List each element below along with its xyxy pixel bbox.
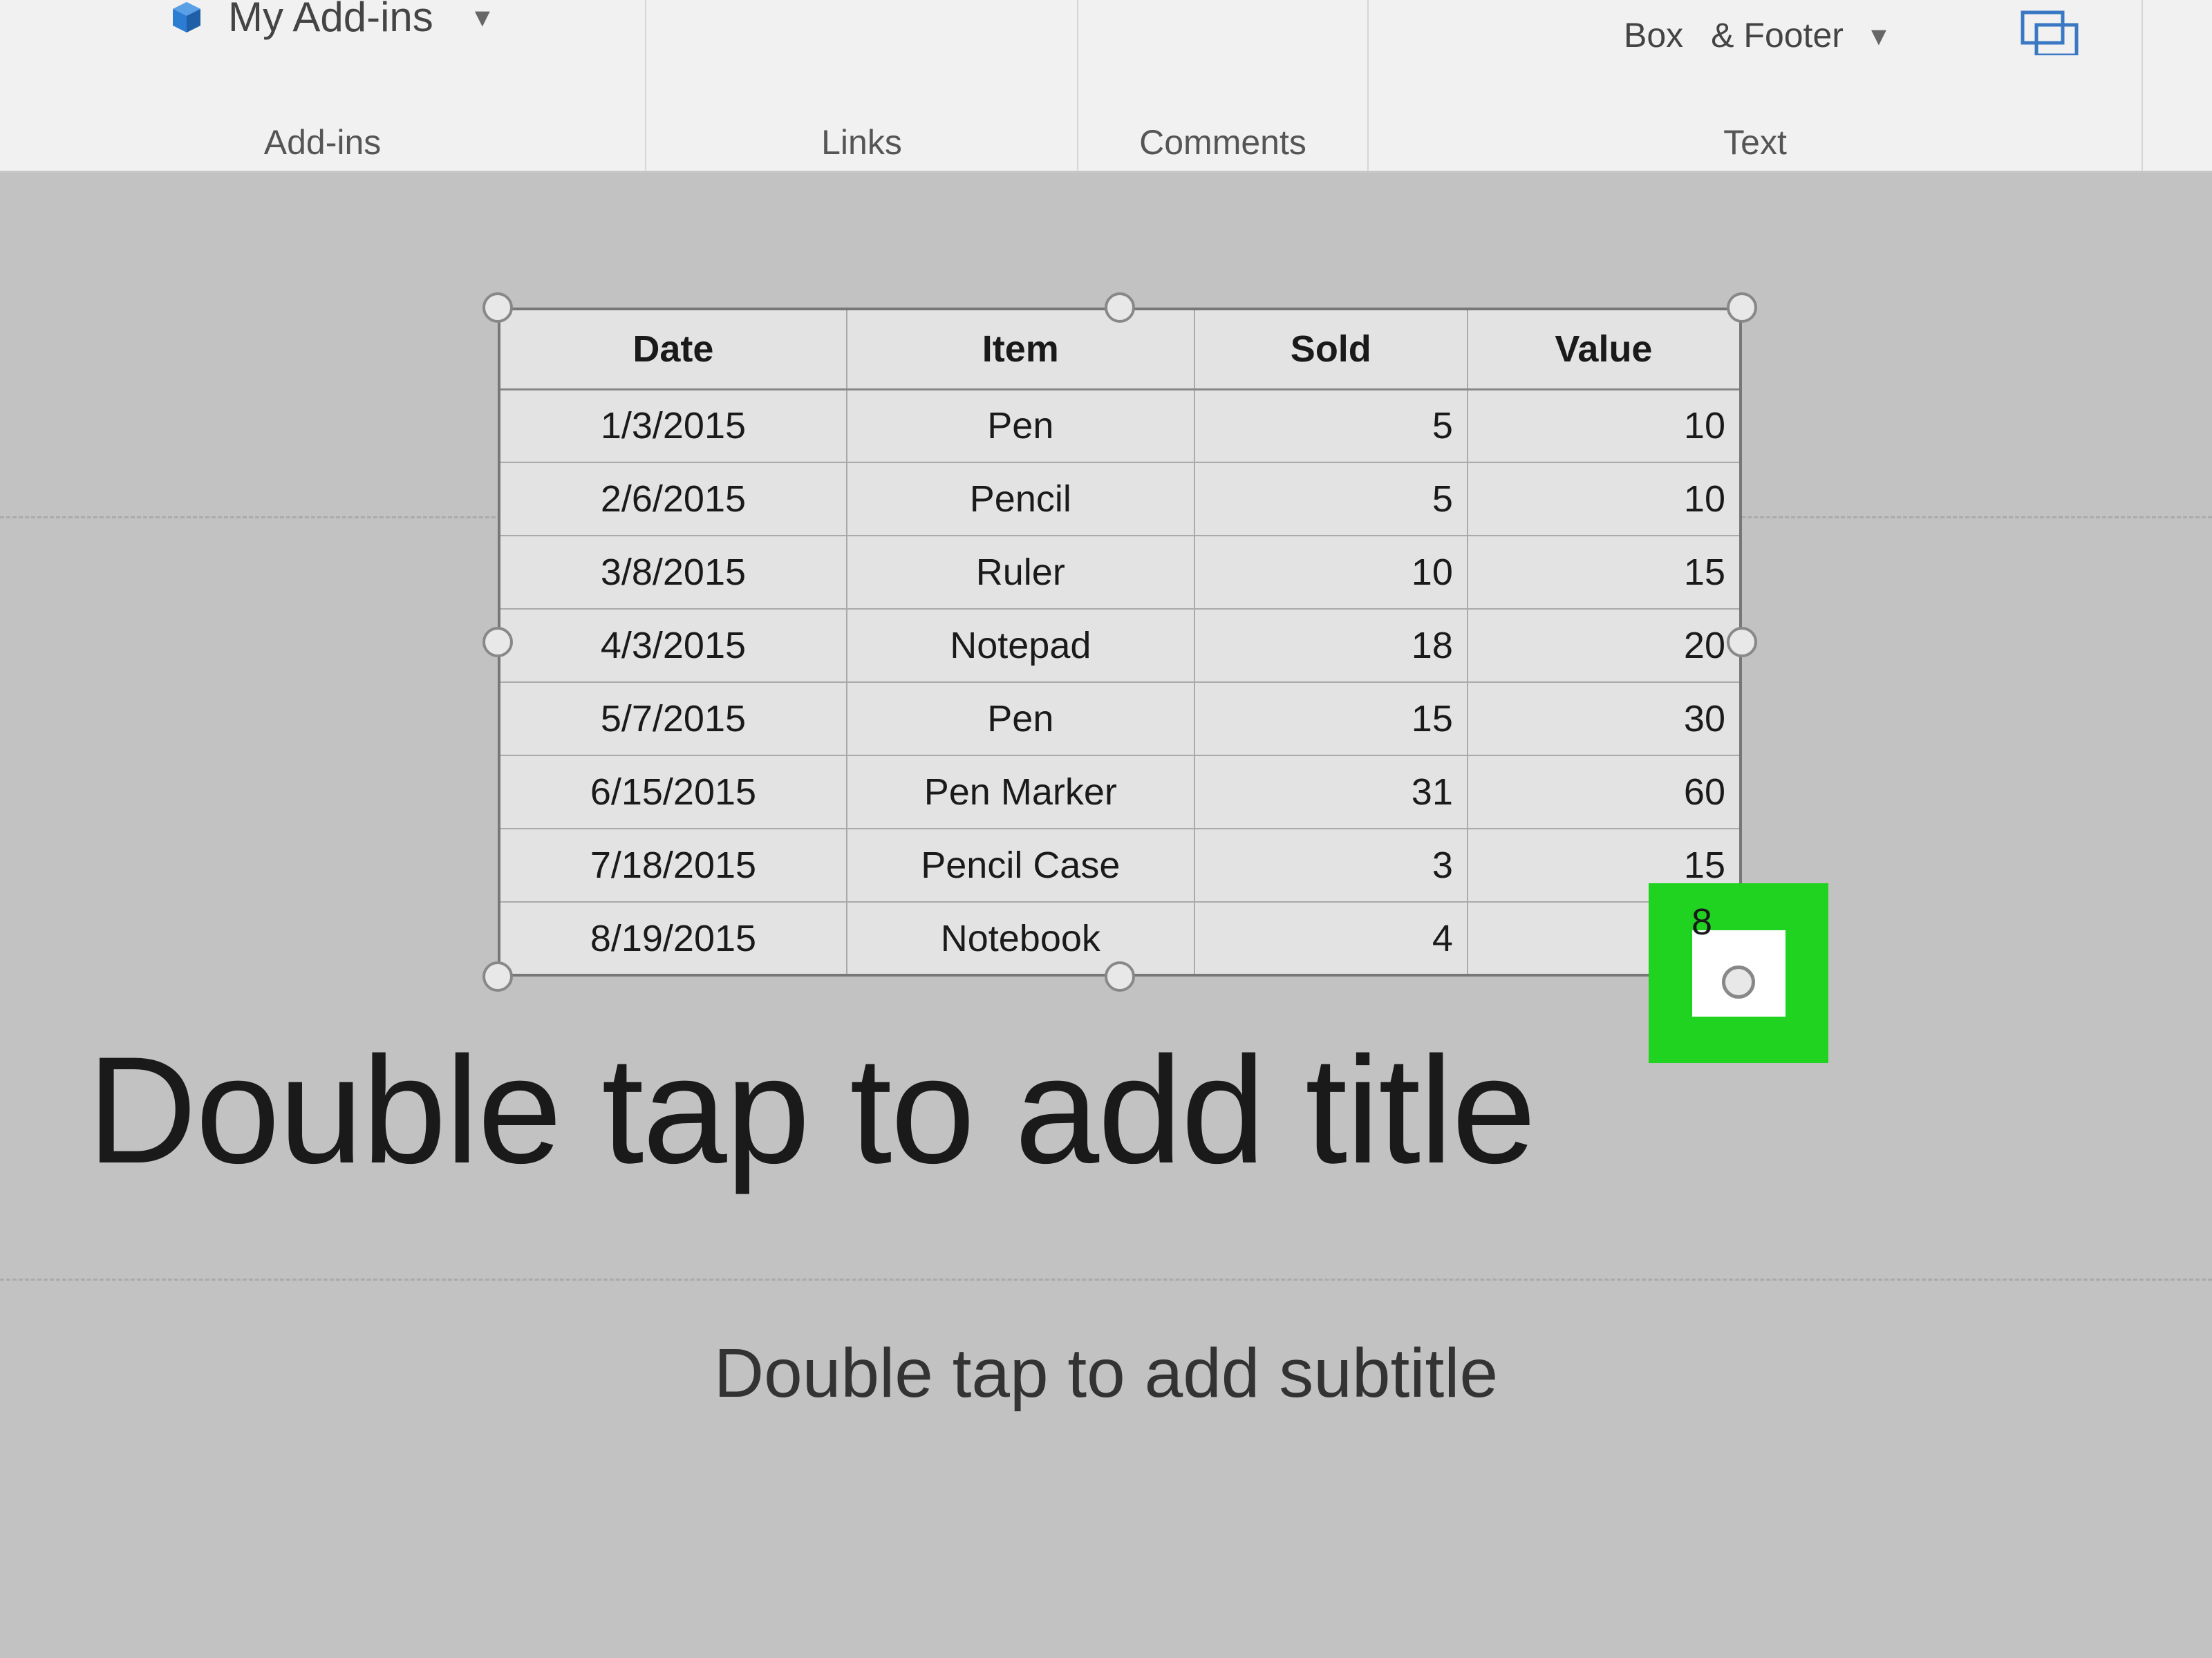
cell-date[interactable]: 8/19/2015 (499, 902, 847, 975)
table-row[interactable]: 6/15/2015Pen Marker3160 (499, 755, 1741, 829)
cell-item[interactable]: Ruler (847, 536, 1194, 609)
cell-sold[interactable]: 5 (1194, 389, 1468, 462)
resize-handle-top-right[interactable] (1727, 292, 1757, 323)
resize-handle-bottom-left[interactable] (482, 961, 513, 992)
cell-sold[interactable]: 4 (1194, 902, 1468, 975)
inserted-table-object[interactable]: Date Item Sold Value 1/3/2015Pen5102/6/2… (498, 308, 1742, 977)
data-table[interactable]: Date Item Sold Value 1/3/2015Pen5102/6/2… (498, 308, 1742, 977)
cell-date[interactable]: 1/3/2015 (499, 389, 847, 462)
ribbon-group-addins: My Add-ins ▾ Add-ins (0, 0, 646, 171)
my-addins-label: My Add-ins (228, 0, 433, 41)
cell-item[interactable]: Pen (847, 389, 1194, 462)
cell-sold[interactable]: 5 (1194, 462, 1468, 536)
resize-handle-top-mid[interactable] (1105, 292, 1135, 323)
header-footer-button[interactable]: & Footer (1711, 15, 1844, 55)
cell-value[interactable]: 10 (1468, 389, 1741, 462)
cell-item[interactable]: Pencil (847, 462, 1194, 536)
table-row[interactable]: 7/18/2015Pencil Case315 (499, 829, 1741, 902)
table-row[interactable]: 5/7/2015Pen1530 (499, 682, 1741, 755)
ribbon-group-links: Links (646, 0, 1078, 171)
ribbon-group-text: Box & Footer ▾ Text (1369, 0, 2143, 171)
cell-value[interactable]: 20 (1468, 609, 1741, 682)
ribbon-group-label-links: Links (821, 122, 902, 162)
placeholder-border (0, 1279, 2212, 1281)
cell-item[interactable]: Pen (847, 682, 1194, 755)
ribbon-group-label-comments: Comments (1139, 122, 1306, 162)
table-row[interactable]: 4/3/2015Notepad1820 (499, 609, 1741, 682)
cell-sold[interactable]: 18 (1194, 609, 1468, 682)
cell-date[interactable]: 6/15/2015 (499, 755, 847, 829)
cell-value: 8 (1691, 901, 1712, 943)
cell-date[interactable]: 5/7/2015 (499, 682, 847, 755)
resize-handle-bottom-right[interactable] (1722, 965, 1755, 999)
cell-value[interactable]: 15 (1468, 536, 1741, 609)
chevron-down-icon[interactable]: ▾ (475, 0, 490, 35)
cell-sold[interactable]: 31 (1194, 755, 1468, 829)
text-box-button[interactable]: Box (1624, 15, 1683, 55)
table-row[interactable]: 1/3/2015Pen510 (499, 389, 1741, 462)
col-header-date[interactable]: Date (499, 309, 847, 389)
ribbon: My Add-ins ▾ Add-ins Links Comments Box … (0, 0, 2212, 173)
cell-item[interactable]: Notebook (847, 902, 1194, 975)
chevron-down-icon[interactable]: ▾ (1871, 18, 1886, 53)
ribbon-group-label-addins: Add-ins (264, 122, 382, 162)
resize-handle-bottom-mid[interactable] (1105, 961, 1135, 992)
col-header-item[interactable]: Item (847, 309, 1194, 389)
ribbon-group-comments: Comments (1078, 0, 1369, 171)
subtitle-placeholder[interactable]: Double tap to add subtitle (0, 1334, 2212, 1413)
cell-value[interactable]: 30 (1468, 682, 1741, 755)
cell-sold[interactable]: 3 (1194, 829, 1468, 902)
resize-handle-mid-right[interactable] (1727, 627, 1757, 657)
slide-canvas[interactable]: Date Item Sold Value 1/3/2015Pen5102/6/2… (0, 173, 2212, 1658)
addins-icon (166, 0, 207, 38)
cell-sold[interactable]: 10 (1194, 536, 1468, 609)
ribbon-group-label-text: Text (1723, 122, 1787, 162)
cell-item[interactable]: Pencil Case (847, 829, 1194, 902)
title-placeholder[interactable]: Double tap to add title (87, 1023, 2212, 1198)
table-row[interactable]: 3/8/2015Ruler1015 (499, 536, 1741, 609)
cell-value[interactable]: 10 (1468, 462, 1741, 536)
col-header-sold[interactable]: Sold (1194, 309, 1468, 389)
resize-cursor-highlight[interactable]: 8 (1649, 883, 1828, 1063)
my-addins-button[interactable]: My Add-ins ▾ (166, 0, 490, 41)
col-header-value[interactable]: Value (1468, 309, 1741, 389)
cell-value[interactable]: 60 (1468, 755, 1741, 829)
cell-item[interactable]: Notepad (847, 609, 1194, 682)
cell-date[interactable]: 7/18/2015 (499, 829, 847, 902)
cell-date[interactable]: 4/3/2015 (499, 609, 847, 682)
cell-date[interactable]: 2/6/2015 (499, 462, 847, 536)
resize-handle-top-left[interactable] (482, 292, 513, 323)
cell-sold[interactable]: 15 (1194, 682, 1468, 755)
resize-handle-mid-left[interactable] (482, 627, 513, 657)
cell-item[interactable]: Pen Marker (847, 755, 1194, 829)
cell-date[interactable]: 3/8/2015 (499, 536, 847, 609)
table-row[interactable]: 2/6/2015Pencil510 (499, 462, 1741, 536)
object-icon[interactable] (2017, 7, 2079, 55)
